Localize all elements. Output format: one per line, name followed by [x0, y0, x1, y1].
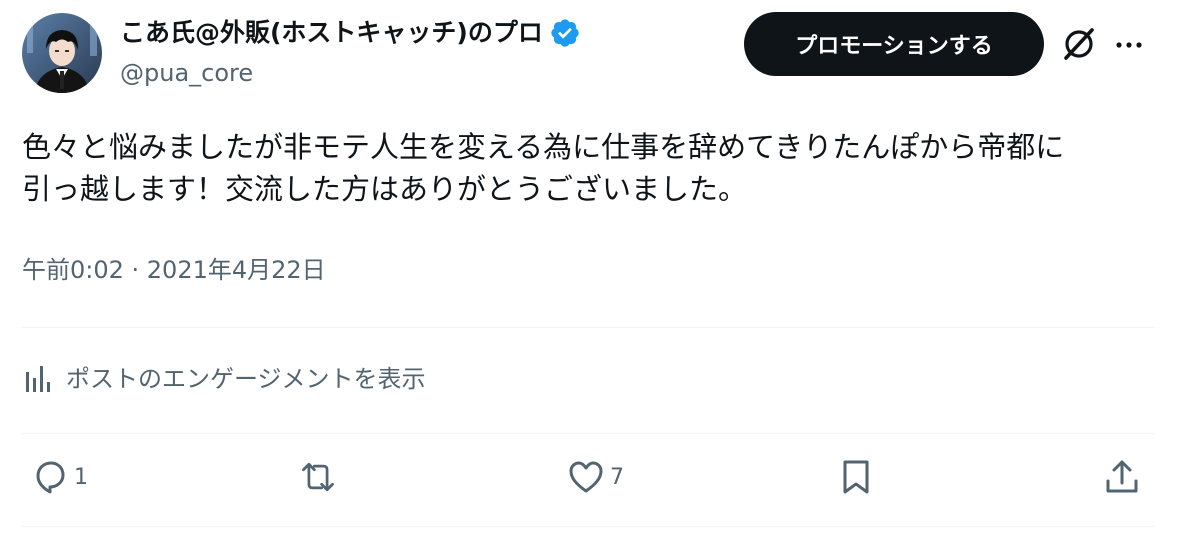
more-options-icon[interactable] [1114, 35, 1144, 55]
reply-button[interactable]: 1 [30, 457, 88, 497]
heart-icon [569, 461, 603, 493]
avatar[interactable] [22, 13, 102, 93]
promote-button[interactable]: プロモーションする [744, 12, 1044, 76]
user-handle[interactable]: @pua_core [120, 57, 253, 89]
tweet-text: 色々と悩みましたが非モテ人生を変える為に仕事を辞めてきりたんぽから帝都に 引っ越… [22, 130, 1065, 206]
like-count: 7 [610, 464, 624, 490]
view-engagement-label: ポストのエンゲージメントを表示 [66, 365, 426, 393]
divider [22, 433, 1154, 434]
view-engagement-link[interactable]: ポストのエンゲージメントを表示 [22, 361, 426, 397]
retweet-button[interactable] [298, 457, 342, 497]
retweet-icon [302, 462, 334, 492]
bookmark-button[interactable] [836, 457, 876, 497]
reply-icon [36, 461, 65, 494]
reply-count: 1 [74, 464, 88, 490]
divider [22, 526, 1154, 527]
bookmark-icon [843, 460, 869, 494]
verified-badge-icon[interactable] [549, 17, 581, 49]
tweet-timestamp[interactable]: 午前0:02 · 2021年4月22日 [22, 254, 326, 286]
share-icon [1106, 460, 1138, 493]
analytics-icon [26, 366, 50, 392]
divider [22, 327, 1154, 328]
like-button[interactable]: 7 [566, 457, 624, 497]
display-name-text[interactable]: こあ氏@外販(ホストキャッチ)のプロ [120, 16, 543, 50]
display-name[interactable]: こあ氏@外販(ホストキャッチ)のプロ [120, 16, 581, 50]
grok-icon[interactable] [1060, 25, 1098, 63]
share-button[interactable] [1102, 457, 1142, 497]
